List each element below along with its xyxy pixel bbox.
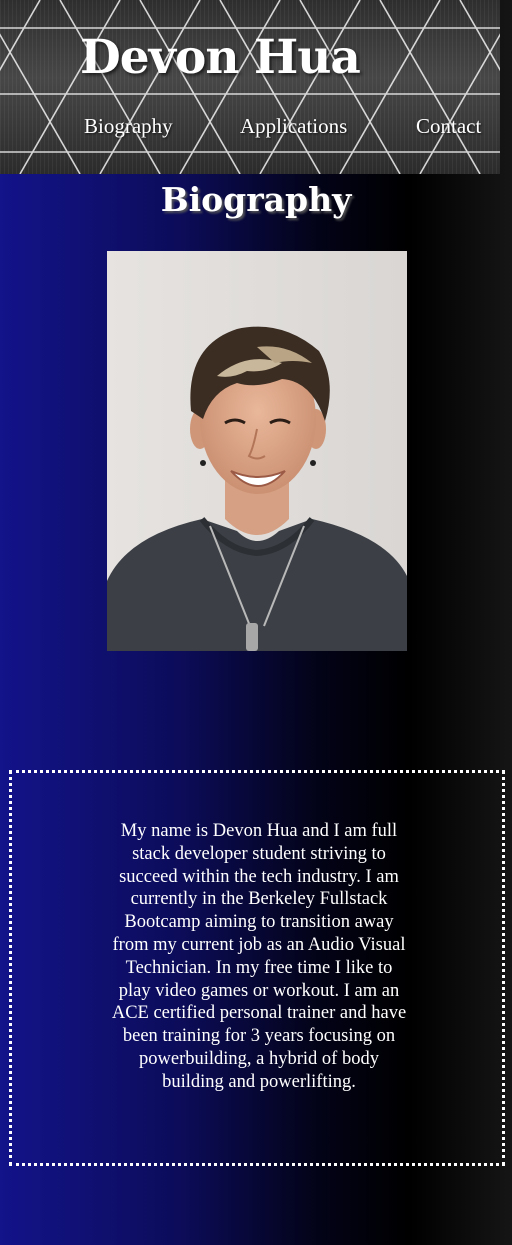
biography-box: My name is Devon Hua and I am full stack… [9,770,505,1166]
nav-link-applications[interactable]: Applications [240,114,347,139]
biography-text: My name is Devon Hua and I am full stack… [111,821,407,1092]
site-title: Devon Hua [80,30,361,85]
biography-heading: Biography [160,180,352,219]
site-header: Devon Hua Biography Applications Contact [0,0,500,174]
profile-photo [107,251,407,651]
triangle-pattern-background [0,0,500,174]
nav-link-biography[interactable]: Biography [84,114,173,139]
nav-link-contact[interactable]: Contact [416,114,481,139]
